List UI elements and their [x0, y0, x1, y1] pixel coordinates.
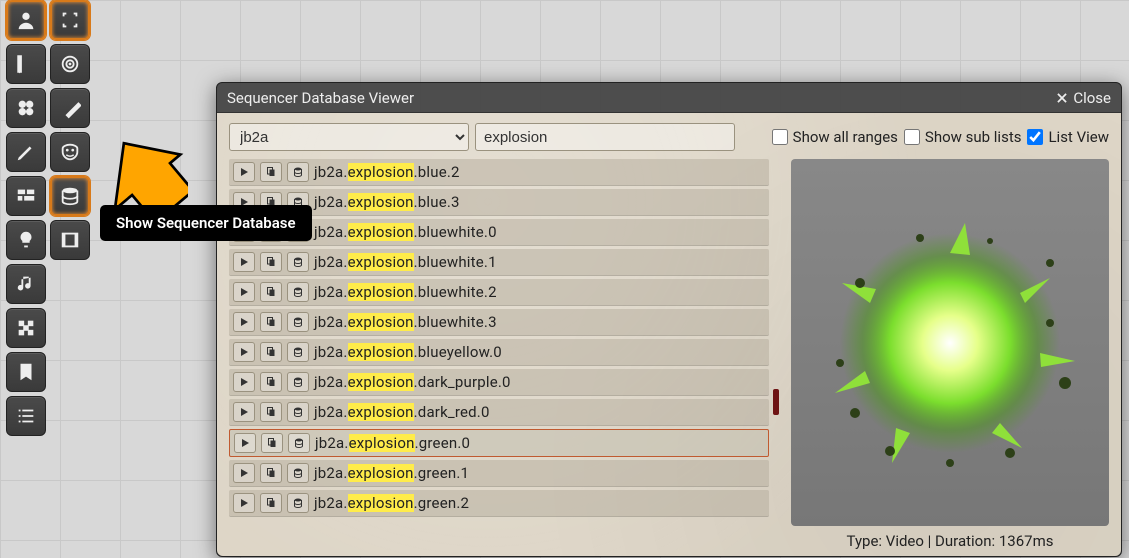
play-button[interactable]: [233, 493, 255, 513]
checkbox-show-all-ranges[interactable]: Show all ranges: [772, 128, 898, 146]
tool-film[interactable]: [50, 220, 90, 260]
close-button[interactable]: Close: [1055, 89, 1111, 107]
tool-mask[interactable]: [50, 132, 90, 172]
scene-controls: [6, 0, 90, 436]
item-path: jb2a.explosion.dark_purple.0: [314, 373, 511, 391]
item-path: jb2a.explosion.blueyellow.0: [314, 343, 502, 361]
list-item[interactable]: jb2a.explosion.green.1: [229, 460, 769, 487]
list-item[interactable]: jb2a.explosion.bluewhite.1: [229, 249, 769, 276]
play-button[interactable]: [233, 282, 255, 302]
controls-row: jb2a Show all ranges Show sub lists List…: [229, 123, 1109, 151]
tool-draw[interactable]: [6, 132, 46, 172]
list-item[interactable]: jb2a.explosion.blue.2: [229, 159, 769, 186]
close-label: Close: [1073, 89, 1111, 107]
copy-path-button[interactable]: [261, 433, 283, 453]
copy-db-button[interactable]: [287, 402, 309, 422]
list-item[interactable]: jb2a.explosion.blueyellow.0: [229, 339, 769, 366]
item-path: jb2a.explosion.green.1: [314, 464, 469, 482]
copy-db-button[interactable]: [287, 463, 309, 483]
window-title: Sequencer Database Viewer: [227, 89, 414, 107]
tool-list-numbered[interactable]: [6, 396, 46, 436]
tool-target[interactable]: [50, 44, 90, 84]
window-titlebar[interactable]: Sequencer Database Viewer Close: [217, 83, 1121, 113]
item-path: jb2a.explosion.blue.3: [314, 193, 460, 211]
play-button[interactable]: [233, 342, 255, 362]
tool-sounds[interactable]: [6, 264, 46, 304]
copy-path-button[interactable]: [260, 372, 282, 392]
tool-walls[interactable]: [6, 176, 46, 216]
play-button[interactable]: [233, 372, 255, 392]
tooltip-sequencer-database: Show Sequencer Database: [100, 205, 312, 241]
preview-panel: Type: Video | Duration: 1367ms: [791, 159, 1109, 552]
copy-path-button[interactable]: [260, 282, 282, 302]
copy-path-button[interactable]: [260, 312, 282, 332]
list-item[interactable]: jb2a.explosion.green.0: [229, 429, 769, 457]
tool-token[interactable]: [6, 0, 46, 40]
copy-db-button[interactable]: [287, 312, 309, 332]
item-path: jb2a.explosion.green.2: [314, 494, 469, 512]
item-path: jb2a.explosion.green.0: [315, 434, 470, 452]
item-path: jb2a.explosion.dark_red.0: [314, 403, 490, 421]
item-path: jb2a.explosion.bluewhite.3: [314, 313, 497, 331]
preview-image: [791, 159, 1109, 526]
play-button[interactable]: [233, 162, 255, 182]
copy-db-button[interactable]: [287, 252, 309, 272]
copy-db-button[interactable]: [287, 372, 309, 392]
tool-measure[interactable]: [6, 44, 46, 84]
item-path: jb2a.explosion.bluewhite.1: [314, 253, 497, 271]
tool-lighting[interactable]: [6, 220, 46, 260]
play-button[interactable]: [234, 433, 256, 453]
search-input[interactable]: [475, 123, 735, 151]
item-path: jb2a.explosion.bluewhite.0: [314, 223, 497, 241]
play-button[interactable]: [233, 402, 255, 422]
tool-select[interactable]: [50, 0, 90, 40]
list-item[interactable]: jb2a.explosion.bluewhite.3: [229, 309, 769, 336]
tool-checker[interactable]: [6, 308, 46, 348]
list-item[interactable]: jb2a.explosion.bluewhite.2: [229, 279, 769, 306]
pack-select[interactable]: jb2a: [229, 123, 469, 151]
checkbox-show-sub-lists[interactable]: Show sub lists: [904, 128, 1022, 146]
copy-path-button[interactable]: [260, 402, 282, 422]
play-button[interactable]: [233, 463, 255, 483]
sequencer-database-window: Sequencer Database Viewer Close jb2a Sho…: [216, 82, 1122, 557]
copy-path-button[interactable]: [260, 493, 282, 513]
copy-path-button[interactable]: [260, 342, 282, 362]
scroll-indicator: [773, 389, 779, 415]
close-icon: [1055, 91, 1069, 105]
copy-db-button[interactable]: [287, 342, 309, 362]
tool-ruler[interactable]: [50, 88, 90, 128]
preview-footer: Type: Video | Duration: 1367ms: [847, 526, 1054, 552]
copy-db-button[interactable]: [287, 282, 309, 302]
list-item[interactable]: jb2a.explosion.dark_red.0: [229, 399, 769, 426]
copy-db-button[interactable]: [287, 493, 309, 513]
play-button[interactable]: [233, 252, 255, 272]
copy-db-button[interactable]: [288, 433, 310, 453]
tool-tiles[interactable]: [6, 88, 46, 128]
copy-path-button[interactable]: [260, 162, 282, 182]
item-path: jb2a.explosion.blue.2: [314, 163, 460, 181]
list-item[interactable]: jb2a.explosion.dark_purple.0: [229, 369, 769, 396]
play-button[interactable]: [233, 312, 255, 332]
copy-db-button[interactable]: [287, 162, 309, 182]
item-path: jb2a.explosion.bluewhite.2: [314, 283, 497, 301]
checkbox-list-view[interactable]: List View: [1027, 128, 1109, 146]
tool-sequencer-database[interactable]: [50, 176, 90, 216]
tool-journal[interactable]: [6, 352, 46, 392]
copy-path-button[interactable]: [260, 252, 282, 272]
copy-path-button[interactable]: [260, 463, 282, 483]
list-item[interactable]: jb2a.explosion.green.2: [229, 490, 769, 517]
